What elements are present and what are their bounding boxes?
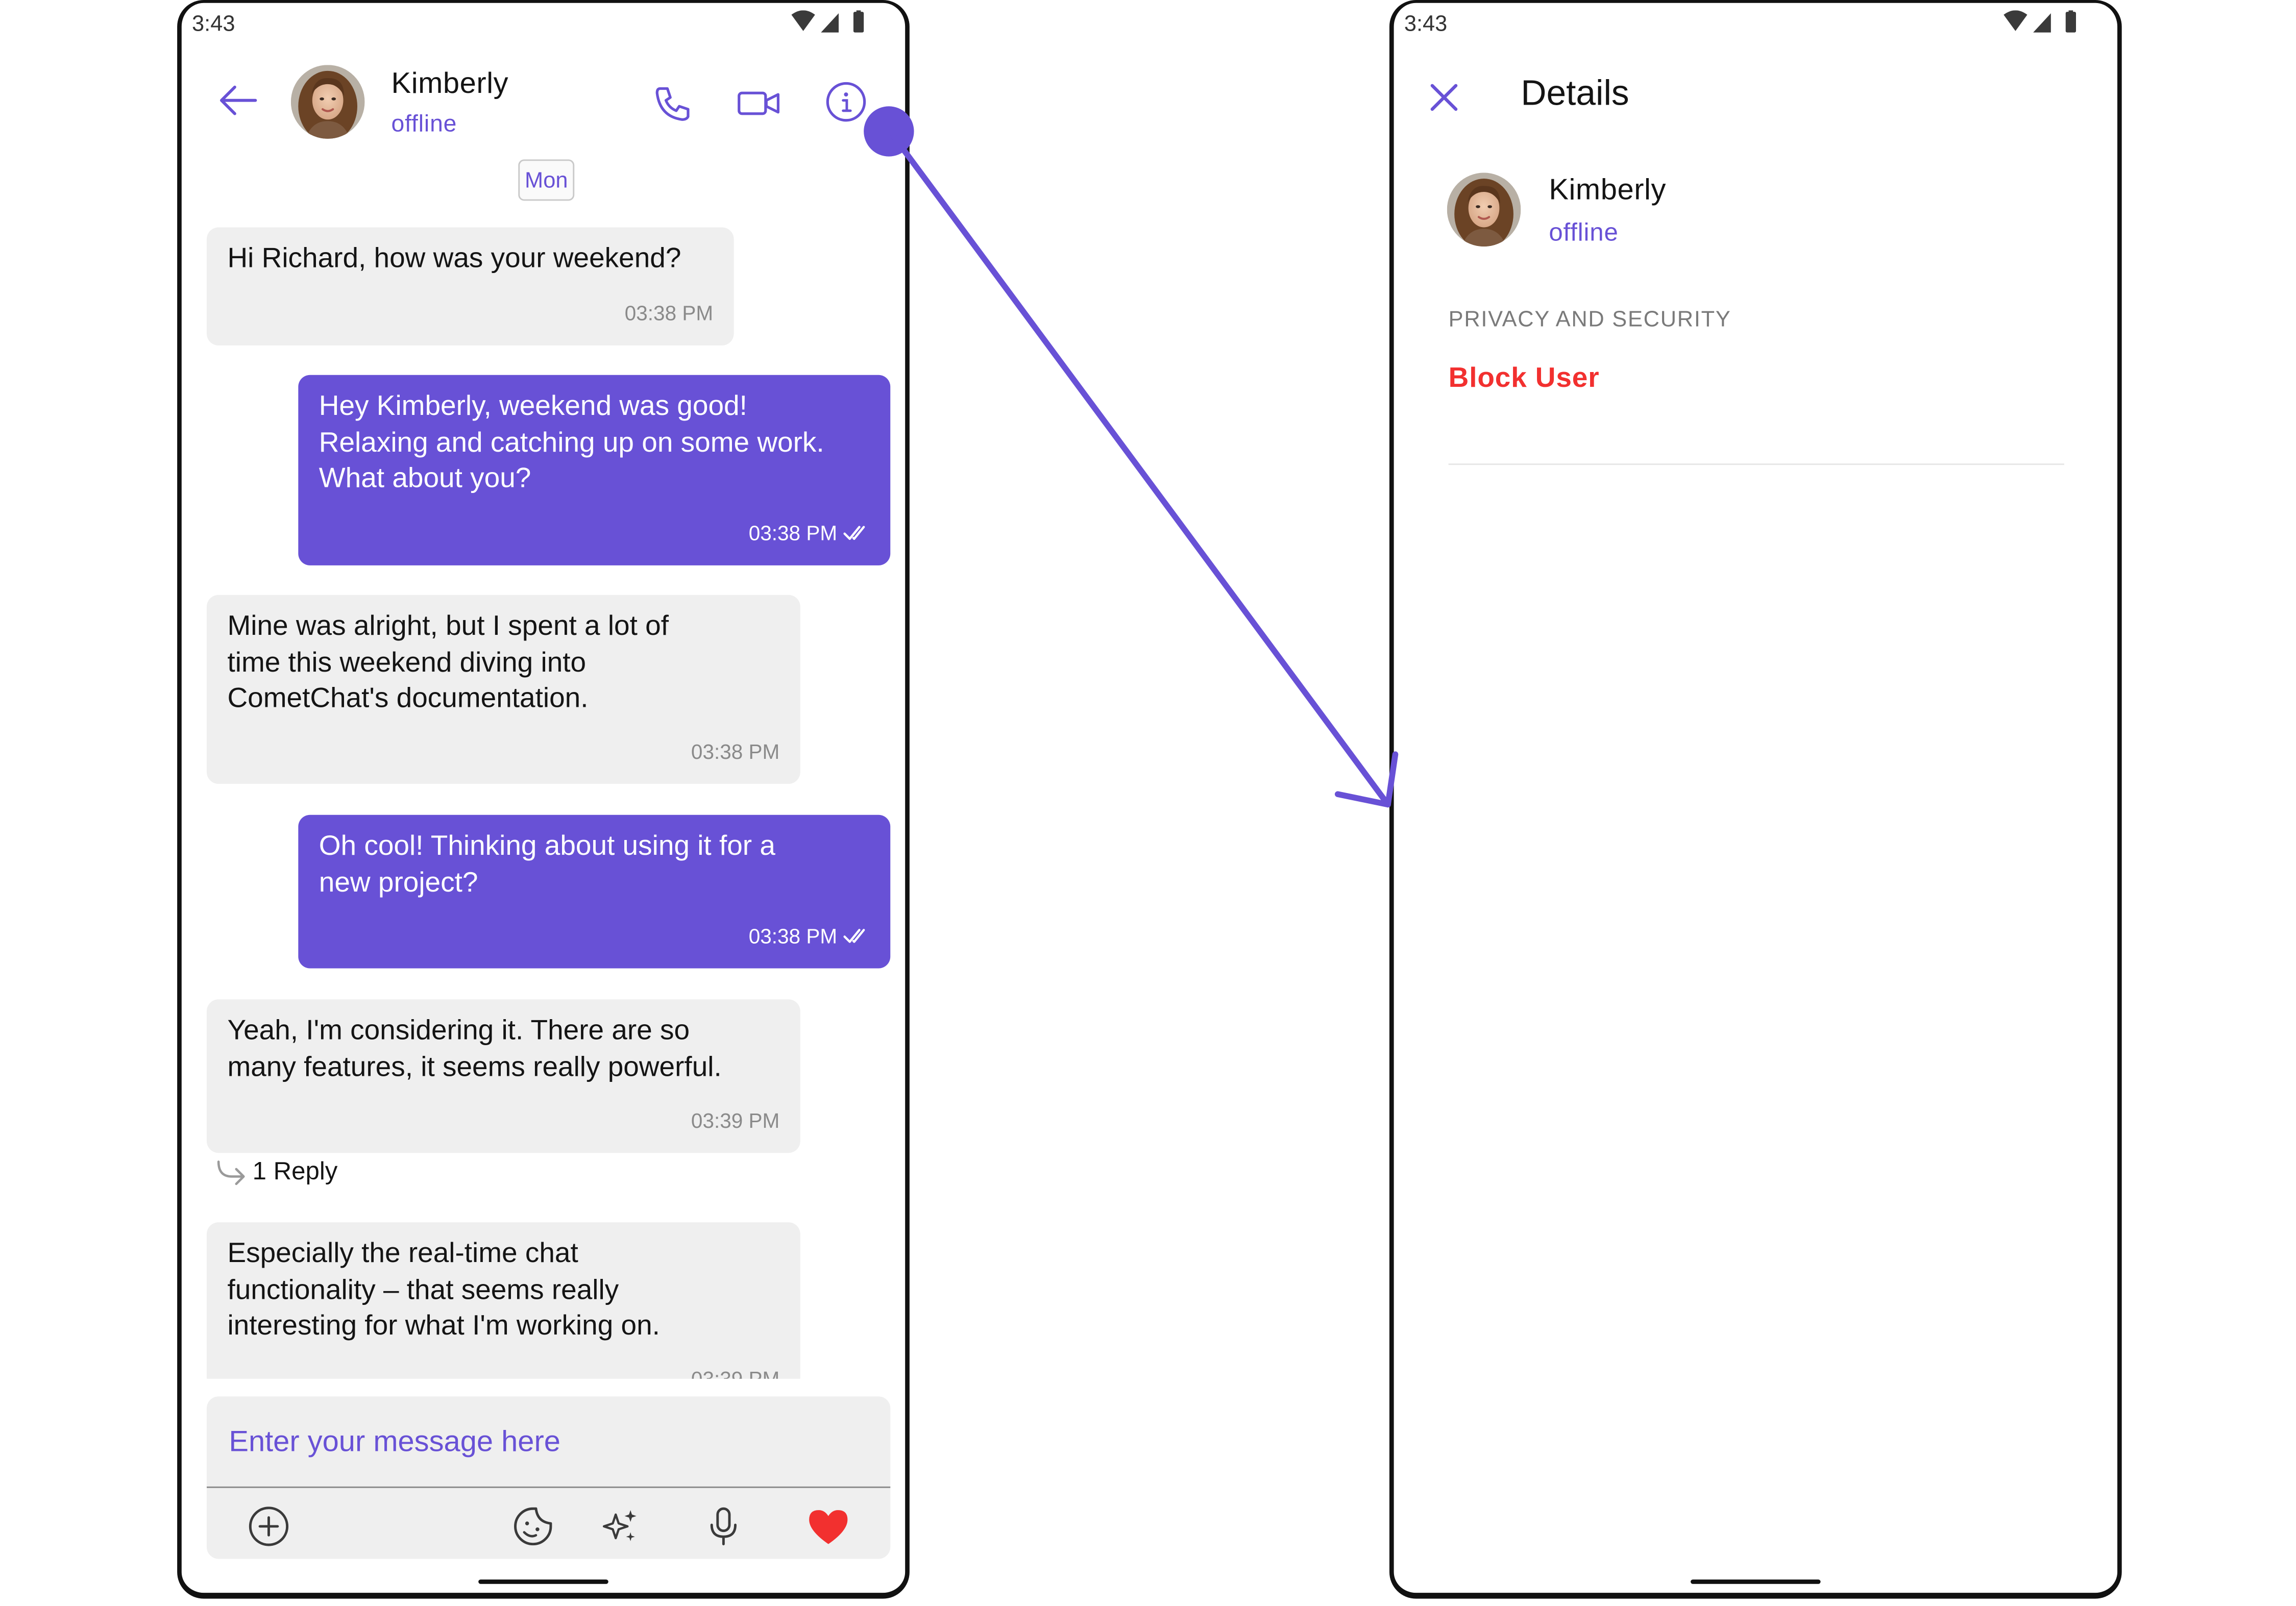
message-text: Oh cool! Thinking about using it for a n…	[319, 831, 775, 899]
back-button[interactable]	[211, 74, 264, 127]
info-button[interactable]	[821, 77, 871, 127]
video-camera-icon	[738, 91, 780, 115]
avatar[interactable]	[291, 65, 365, 139]
chat-screen: 3:43 Kimberly offline Mon Hi Richard, ho…	[177, 0, 910, 1599]
status-bar: 3:43	[182, 3, 905, 44]
message-time-row: 03:38 PM	[749, 514, 870, 551]
message-bubble-incoming[interactable]: Mine was alright, but I spent a lot of t…	[206, 595, 800, 784]
user-status: offline	[1549, 218, 1619, 247]
status-icons	[790, 10, 870, 34]
plus-circle-icon	[249, 1506, 289, 1546]
avatar	[1447, 172, 1521, 246]
section-label: PRIVACY AND SECURITY	[1448, 307, 1731, 332]
message-text: Mine was alright, but I spent a lot of t…	[227, 611, 669, 715]
arrow-line	[890, 133, 1391, 808]
info-icon	[826, 82, 866, 122]
message-time-row: 03:38 PM	[749, 918, 870, 954]
message-list[interactable]: Hi Richard, how was your weekend? 03:38 …	[182, 210, 905, 1379]
message-time: 03:39 PM	[691, 1366, 780, 1379]
voice-record-button[interactable]	[700, 1503, 747, 1550]
divider	[1448, 463, 2064, 465]
message-time: 03:38 PM	[691, 738, 780, 763]
block-user-button[interactable]: Block User	[1449, 363, 1600, 396]
contact-name: Kimberly	[391, 68, 509, 101]
like-button[interactable]	[803, 1503, 853, 1550]
arrow-head	[1334, 751, 1399, 808]
message-bubble-outgoing[interactable]: Hey Kimberly, weekend was good! Relaxing…	[298, 375, 891, 565]
attach-button[interactable]	[245, 1503, 292, 1550]
details-screen: 3:43 Details Kimberly offline PRIVACY AN…	[1389, 0, 2122, 1599]
status-time: 3:43	[1404, 12, 1448, 37]
reply-arrow-icon	[217, 1160, 245, 1185]
sticker-button[interactable]	[509, 1503, 557, 1550]
date-separator: Mon	[518, 159, 575, 201]
double-check-icon	[843, 524, 870, 541]
thread-replies-link[interactable]: 1 Reply	[214, 1157, 337, 1187]
message-composer	[206, 1396, 891, 1559]
microphone-icon	[710, 1507, 737, 1546]
double-check-icon	[843, 927, 870, 945]
sticker-icon	[514, 1507, 552, 1546]
contact-status: offline	[391, 112, 457, 138]
user-name: Kimberly	[1549, 174, 1667, 207]
page-title: Details	[1521, 73, 1629, 114]
message-bubble-incoming[interactable]: Yeah, I'm considering it. There are so m…	[206, 999, 800, 1153]
message-text: Hey Kimberly, weekend was good! Relaxing…	[319, 391, 824, 495]
home-indicator	[1691, 1579, 1821, 1584]
arrow-left-icon	[219, 85, 257, 115]
message-bubble-incoming[interactable]: Hi Richard, how was your weekend? 03:38 …	[206, 227, 734, 345]
message-time: 03:38 PM	[748, 923, 838, 947]
ai-button[interactable]	[597, 1503, 644, 1550]
message-bubble-outgoing[interactable]: Oh cool! Thinking about using it for a n…	[298, 814, 891, 969]
message-input[interactable]	[229, 1426, 849, 1460]
message-text: Especially the real-time chat functional…	[227, 1238, 660, 1342]
message-time: 03:39 PM	[691, 1107, 780, 1132]
message-text: Hi Richard, how was your weekend?	[227, 243, 681, 275]
voice-call-button[interactable]	[650, 80, 697, 127]
close-button[interactable]	[1421, 74, 1468, 121]
message-time: 03:38 PM	[624, 300, 714, 324]
status-icons	[2002, 10, 2082, 34]
close-icon	[1430, 84, 1458, 111]
phone-icon	[655, 87, 690, 121]
status-time: 3:43	[192, 12, 235, 37]
reply-count: 1 Reply	[252, 1157, 338, 1185]
home-indicator	[478, 1579, 608, 1584]
composer-divider	[206, 1486, 891, 1488]
message-text: Yeah, I'm considering it. There are so m…	[227, 1016, 722, 1083]
video-call-button[interactable]	[734, 80, 784, 127]
sparkles-icon	[602, 1510, 637, 1541]
message-time: 03:38 PM	[748, 520, 838, 544]
status-bar: 3:43	[1394, 3, 2117, 44]
message-bubble-incoming[interactable]: Especially the real-time chat functional…	[206, 1222, 800, 1379]
heart-icon	[809, 1510, 848, 1544]
